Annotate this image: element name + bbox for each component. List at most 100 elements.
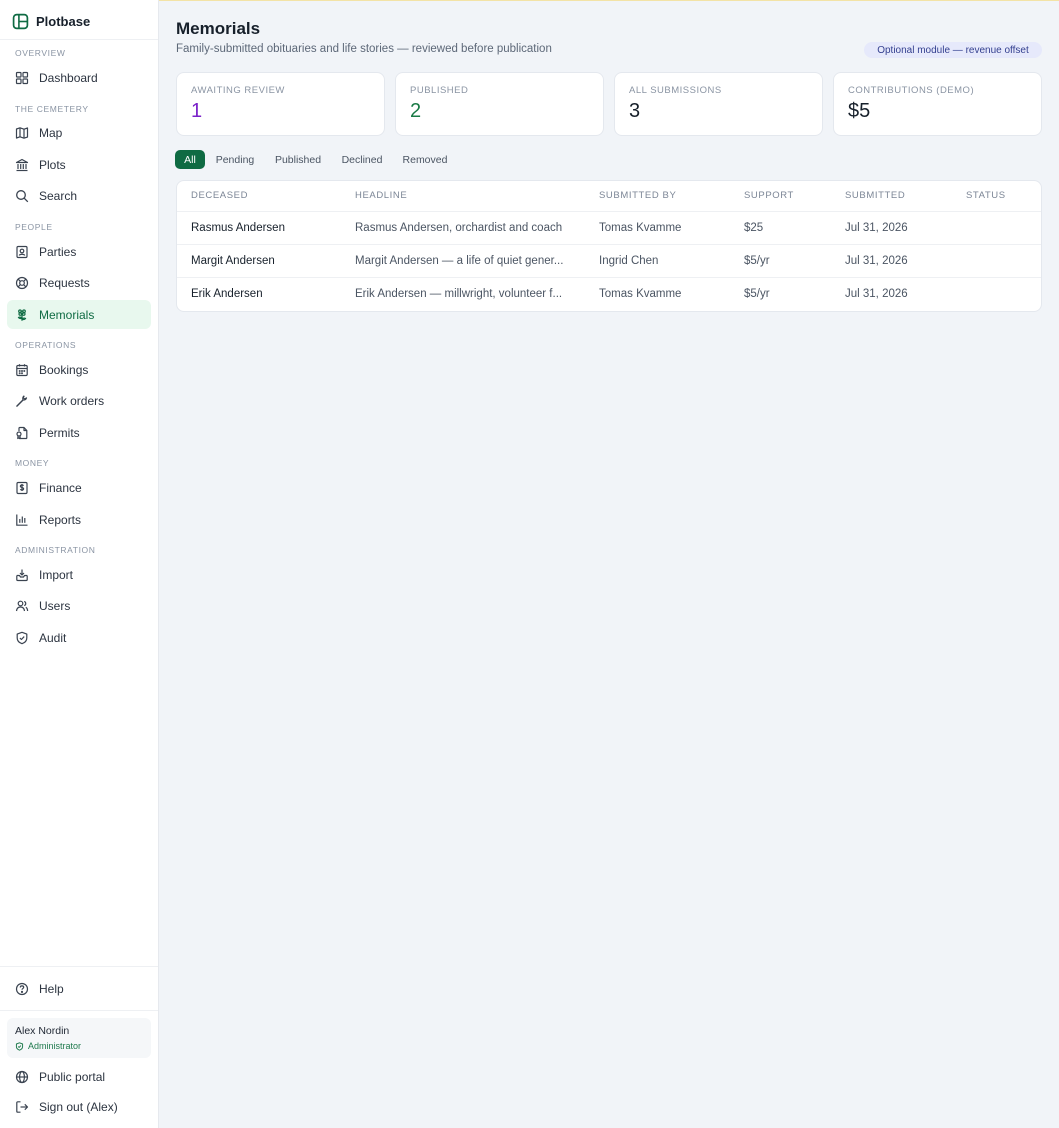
module-badge: Optional module — revenue offset: [864, 42, 1042, 58]
stat-value: 2: [410, 100, 422, 122]
table-row[interactable]: Erik Andersen Erik Andersen — millwright…: [177, 277, 1041, 310]
sidebar-item-requests[interactable]: Requests: [7, 268, 151, 297]
sidebar-item-label: Sign out (Alex): [39, 1099, 118, 1114]
cell-deceased: Rasmus Andersen: [191, 222, 285, 234]
divider: [0, 966, 158, 967]
section-cemetery: THE CEMETERY: [15, 104, 89, 114]
section-administration: ADMINISTRATION: [15, 545, 96, 555]
sidebar-item-label: Requests: [39, 275, 90, 290]
stat-card-contributions: CONTRIBUTIONS (DEMO) $5: [833, 72, 1042, 136]
cell-status: [966, 245, 1036, 278]
sidebar-item-label: Public portal: [39, 1069, 106, 1084]
sidebar-item-parties[interactable]: Parties: [7, 237, 151, 266]
cell-submitted-by: Tomas Kvamme: [599, 288, 682, 300]
divider: [0, 39, 158, 40]
sidebar-item-label: Work orders: [39, 393, 105, 408]
divider: [0, 1010, 158, 1011]
section-overview: OVERVIEW: [15, 48, 66, 58]
import-icon: [16, 569, 28, 581]
sidebar-item-work-orders[interactable]: Work orders: [7, 386, 151, 415]
cell-deceased: Erik Andersen: [191, 288, 263, 300]
sidebar-item-dashboard[interactable]: Dashboard: [7, 63, 151, 92]
sidebar-item-map[interactable]: Map: [7, 118, 151, 147]
cell-deceased: Margit Andersen: [191, 255, 275, 267]
tab-pending[interactable]: Pending: [211, 150, 259, 169]
tab-all[interactable]: All: [175, 150, 205, 169]
plotbase-logo-icon: [12, 13, 29, 29]
sidebar-item-bookings[interactable]: Bookings: [7, 355, 151, 384]
sidebar-item-label: Users: [39, 598, 71, 613]
cell-support: $5/yr: [744, 255, 770, 267]
file-badge-icon: [16, 426, 28, 439]
memorials-table: DECEASED HEADLINE SUBMITTED BY SUPPORT S…: [176, 180, 1042, 312]
page-subtitle: Family-submitted obituaries and life sto…: [176, 43, 552, 55]
shield-check-icon: [16, 631, 28, 644]
landmark-icon: [15, 158, 29, 171]
wrench-icon: [16, 394, 28, 407]
user-role: Administrator: [15, 1041, 143, 1051]
column-header-deceased[interactable]: DECEASED: [191, 181, 248, 211]
cell-submitted-by: Ingrid Chen: [599, 255, 659, 267]
sidebar-item-sign-out[interactable]: Sign out (Alex): [7, 1092, 151, 1121]
table-row[interactable]: Rasmus Andersen Rasmus Andersen, orchard…: [177, 211, 1041, 244]
contact-card-icon: [16, 245, 28, 258]
brand-name: Plotbase: [36, 13, 91, 29]
sidebar-item-public-portal[interactable]: Public portal: [7, 1062, 151, 1091]
stat-value: 3: [629, 100, 641, 122]
stat-value: $5: [848, 100, 871, 122]
users-icon: [15, 600, 29, 611]
sidebar-item-users[interactable]: Users: [7, 591, 151, 620]
stat-label: AWAITING REVIEW: [191, 85, 285, 96]
sidebar-item-plots[interactable]: Plots: [7, 150, 151, 179]
stat-card-published: PUBLISHED 2: [395, 72, 604, 136]
column-header-submitted-by[interactable]: SUBMITTED BY: [599, 181, 676, 211]
table-row[interactable]: Margit Andersen Margit Andersen — a life…: [177, 244, 1041, 277]
sidebar-item-label: Search: [39, 188, 78, 203]
section-operations: OPERATIONS: [15, 340, 77, 350]
shield-check-icon: [15, 1041, 24, 1051]
cell-headline: Rasmus Andersen, orchardist and coach: [355, 222, 563, 234]
sidebar-item-permits[interactable]: Permits: [7, 418, 151, 447]
cell-submitted-by: Tomas Kvamme: [599, 222, 682, 234]
sidebar-item-label: Memorials: [39, 307, 95, 322]
sidebar-item-search[interactable]: Search: [7, 181, 151, 210]
sidebar-item-label: Finance: [39, 480, 82, 495]
receipt-icon: [16, 481, 28, 494]
column-header-submitted[interactable]: SUBMITTED: [845, 181, 905, 211]
user-role-label: Administrator: [28, 1041, 82, 1051]
page-title: Memorials: [176, 19, 261, 38]
tab-declined[interactable]: Declined: [336, 150, 388, 169]
dashboard-icon: [15, 71, 29, 84]
stat-label: CONTRIBUTIONS (DEMO): [848, 85, 975, 96]
flower-icon: [17, 308, 27, 321]
sidebar-item-audit[interactable]: Audit: [7, 623, 151, 652]
sidebar-item-label: Audit: [39, 630, 67, 645]
log-out-icon: [16, 1100, 29, 1113]
column-header-support[interactable]: SUPPORT: [744, 181, 794, 211]
sidebar-item-memorials[interactable]: Memorials: [7, 300, 151, 329]
sidebar-item-help[interactable]: Help: [7, 974, 151, 1003]
stat-value: 1: [191, 100, 203, 122]
cell-headline: Erik Andersen — millwright, volunteer f.…: [355, 288, 563, 300]
sidebar-item-label: Help: [39, 981, 64, 996]
search-icon: [16, 189, 29, 202]
globe-icon: [15, 1070, 29, 1083]
user-card: Alex Nordin Administrator: [7, 1018, 151, 1058]
brand[interactable]: Plotbase: [12, 11, 90, 31]
sidebar-item-reports[interactable]: Reports: [7, 505, 151, 534]
sidebar-item-label: Reports: [39, 512, 82, 527]
column-header-status[interactable]: STATUS: [966, 181, 1006, 211]
tab-removed[interactable]: Removed: [398, 150, 452, 169]
sidebar-item-label: Parties: [39, 244, 77, 259]
cell-submitted: Jul 31, 2026: [845, 222, 908, 234]
cell-support: $5/yr: [744, 288, 770, 300]
cell-submitted: Jul 31, 2026: [845, 255, 908, 267]
help-icon: [15, 982, 29, 995]
tab-published[interactable]: Published: [269, 150, 327, 169]
sidebar-item-finance[interactable]: Finance: [7, 473, 151, 502]
sidebar-item-import[interactable]: Import: [7, 560, 151, 589]
cell-support: $25: [744, 222, 764, 234]
cell-headline: Margit Andersen — a life of quiet gener.…: [355, 255, 564, 267]
column-header-headline[interactable]: HEADLINE: [355, 181, 407, 211]
stat-card-all-submissions: ALL SUBMISSIONS 3: [614, 72, 823, 136]
